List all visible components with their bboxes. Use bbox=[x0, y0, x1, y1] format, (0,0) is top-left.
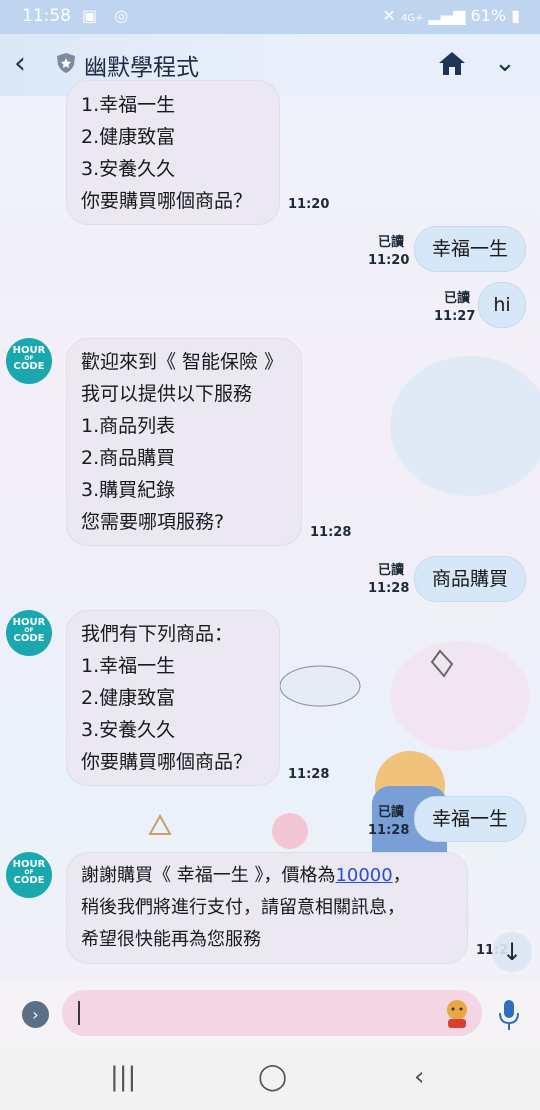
message-time: 11:28 bbox=[368, 823, 410, 838]
message-bubble: 我們有下列商品： 1.幸福一生 2.健康致富 3.安養久久 你要購買哪個商品？ bbox=[66, 610, 280, 786]
message-bubble: 幸福一生 bbox=[414, 226, 526, 272]
message-time: 11:28 bbox=[368, 581, 410, 596]
status-time: 11:58 bbox=[22, 6, 71, 26]
avatar-text: CODE bbox=[13, 875, 45, 886]
scroll-down-button[interactable]: ↓ bbox=[492, 932, 532, 972]
status-right: ✕ 4G+ ▂▄▆ 61% ▮ bbox=[382, 6, 520, 25]
sticker-icon[interactable] bbox=[442, 997, 472, 1029]
read-receipt: 已讀 bbox=[378, 563, 405, 578]
mute-icon: ✕ bbox=[382, 6, 396, 25]
message-bubble: 1.幸福一生 2.健康致富 3.安養久久 你要購買哪個商品？ bbox=[66, 80, 280, 225]
message-time: 11:20 bbox=[288, 197, 330, 212]
recent-apps-icon[interactable]: ||| bbox=[110, 1062, 136, 1092]
avatar[interactable]: HOUR OF CODE bbox=[6, 338, 52, 384]
read-receipt: 已讀 bbox=[378, 235, 405, 250]
home-icon[interactable] bbox=[438, 50, 466, 76]
message-bubble: 幸福一生 bbox=[414, 796, 526, 842]
read-receipt: 已讀 bbox=[444, 291, 471, 306]
message-bubble: 歡迎來到《 智能保險 》 我可以提供以下服務 1.商品列表 2.商品購買 3.購… bbox=[66, 338, 302, 546]
message-input[interactable] bbox=[62, 990, 482, 1036]
signal-icon: ▂▄▆ bbox=[428, 6, 466, 25]
input-bar: › bbox=[0, 978, 540, 1048]
back-nav-icon[interactable]: ‹ bbox=[414, 1062, 424, 1092]
message-bubble: hi bbox=[478, 282, 526, 328]
message-time: 11:28 bbox=[288, 767, 330, 782]
text-caret bbox=[78, 1001, 80, 1025]
back-icon[interactable]: ‹ bbox=[14, 46, 26, 81]
chevron-down-icon[interactable]: ⌄ bbox=[494, 48, 516, 78]
status-bar: 11:58 ▣ ◎ ✕ 4G+ ▂▄▆ 61% ▮ bbox=[0, 0, 540, 34]
system-nav-bar: ||| ◯ ‹ bbox=[0, 1048, 540, 1110]
avatar[interactable]: HOUR OF CODE bbox=[6, 852, 52, 898]
message-bubble: 謝謝購買《 幸福一生 》，價格為10000， 稍後我們將進行支付，請留意相關訊息… bbox=[66, 852, 468, 964]
avatar-text: CODE bbox=[13, 361, 45, 372]
avatar-text: CODE bbox=[13, 633, 45, 644]
message-bubble: 商品購買 bbox=[414, 556, 526, 602]
chat-title: 幽默學程式 bbox=[84, 55, 199, 81]
battery-icon: ▮ bbox=[511, 6, 520, 25]
message-time: 11:20 bbox=[368, 253, 410, 268]
message-time: 11:28 bbox=[310, 525, 352, 540]
home-circle-icon[interactable]: ◯ bbox=[258, 1062, 287, 1092]
microphone-icon[interactable] bbox=[498, 998, 520, 1032]
avatar[interactable]: HOUR OF CODE bbox=[6, 610, 52, 656]
battery-label: 61% bbox=[470, 6, 507, 25]
expand-icon[interactable]: › bbox=[22, 1001, 49, 1028]
message-text: 謝謝購買《 幸福一生 》，價格為 bbox=[81, 865, 336, 886]
notification-icons: ▣ ◎ bbox=[82, 6, 135, 25]
read-receipt: 已讀 bbox=[378, 805, 405, 820]
message-time: 11:27 bbox=[434, 309, 476, 324]
shield-icon bbox=[57, 53, 75, 73]
price-link[interactable]: 10000 bbox=[335, 865, 392, 886]
network-label: 4G+ bbox=[400, 13, 424, 24]
